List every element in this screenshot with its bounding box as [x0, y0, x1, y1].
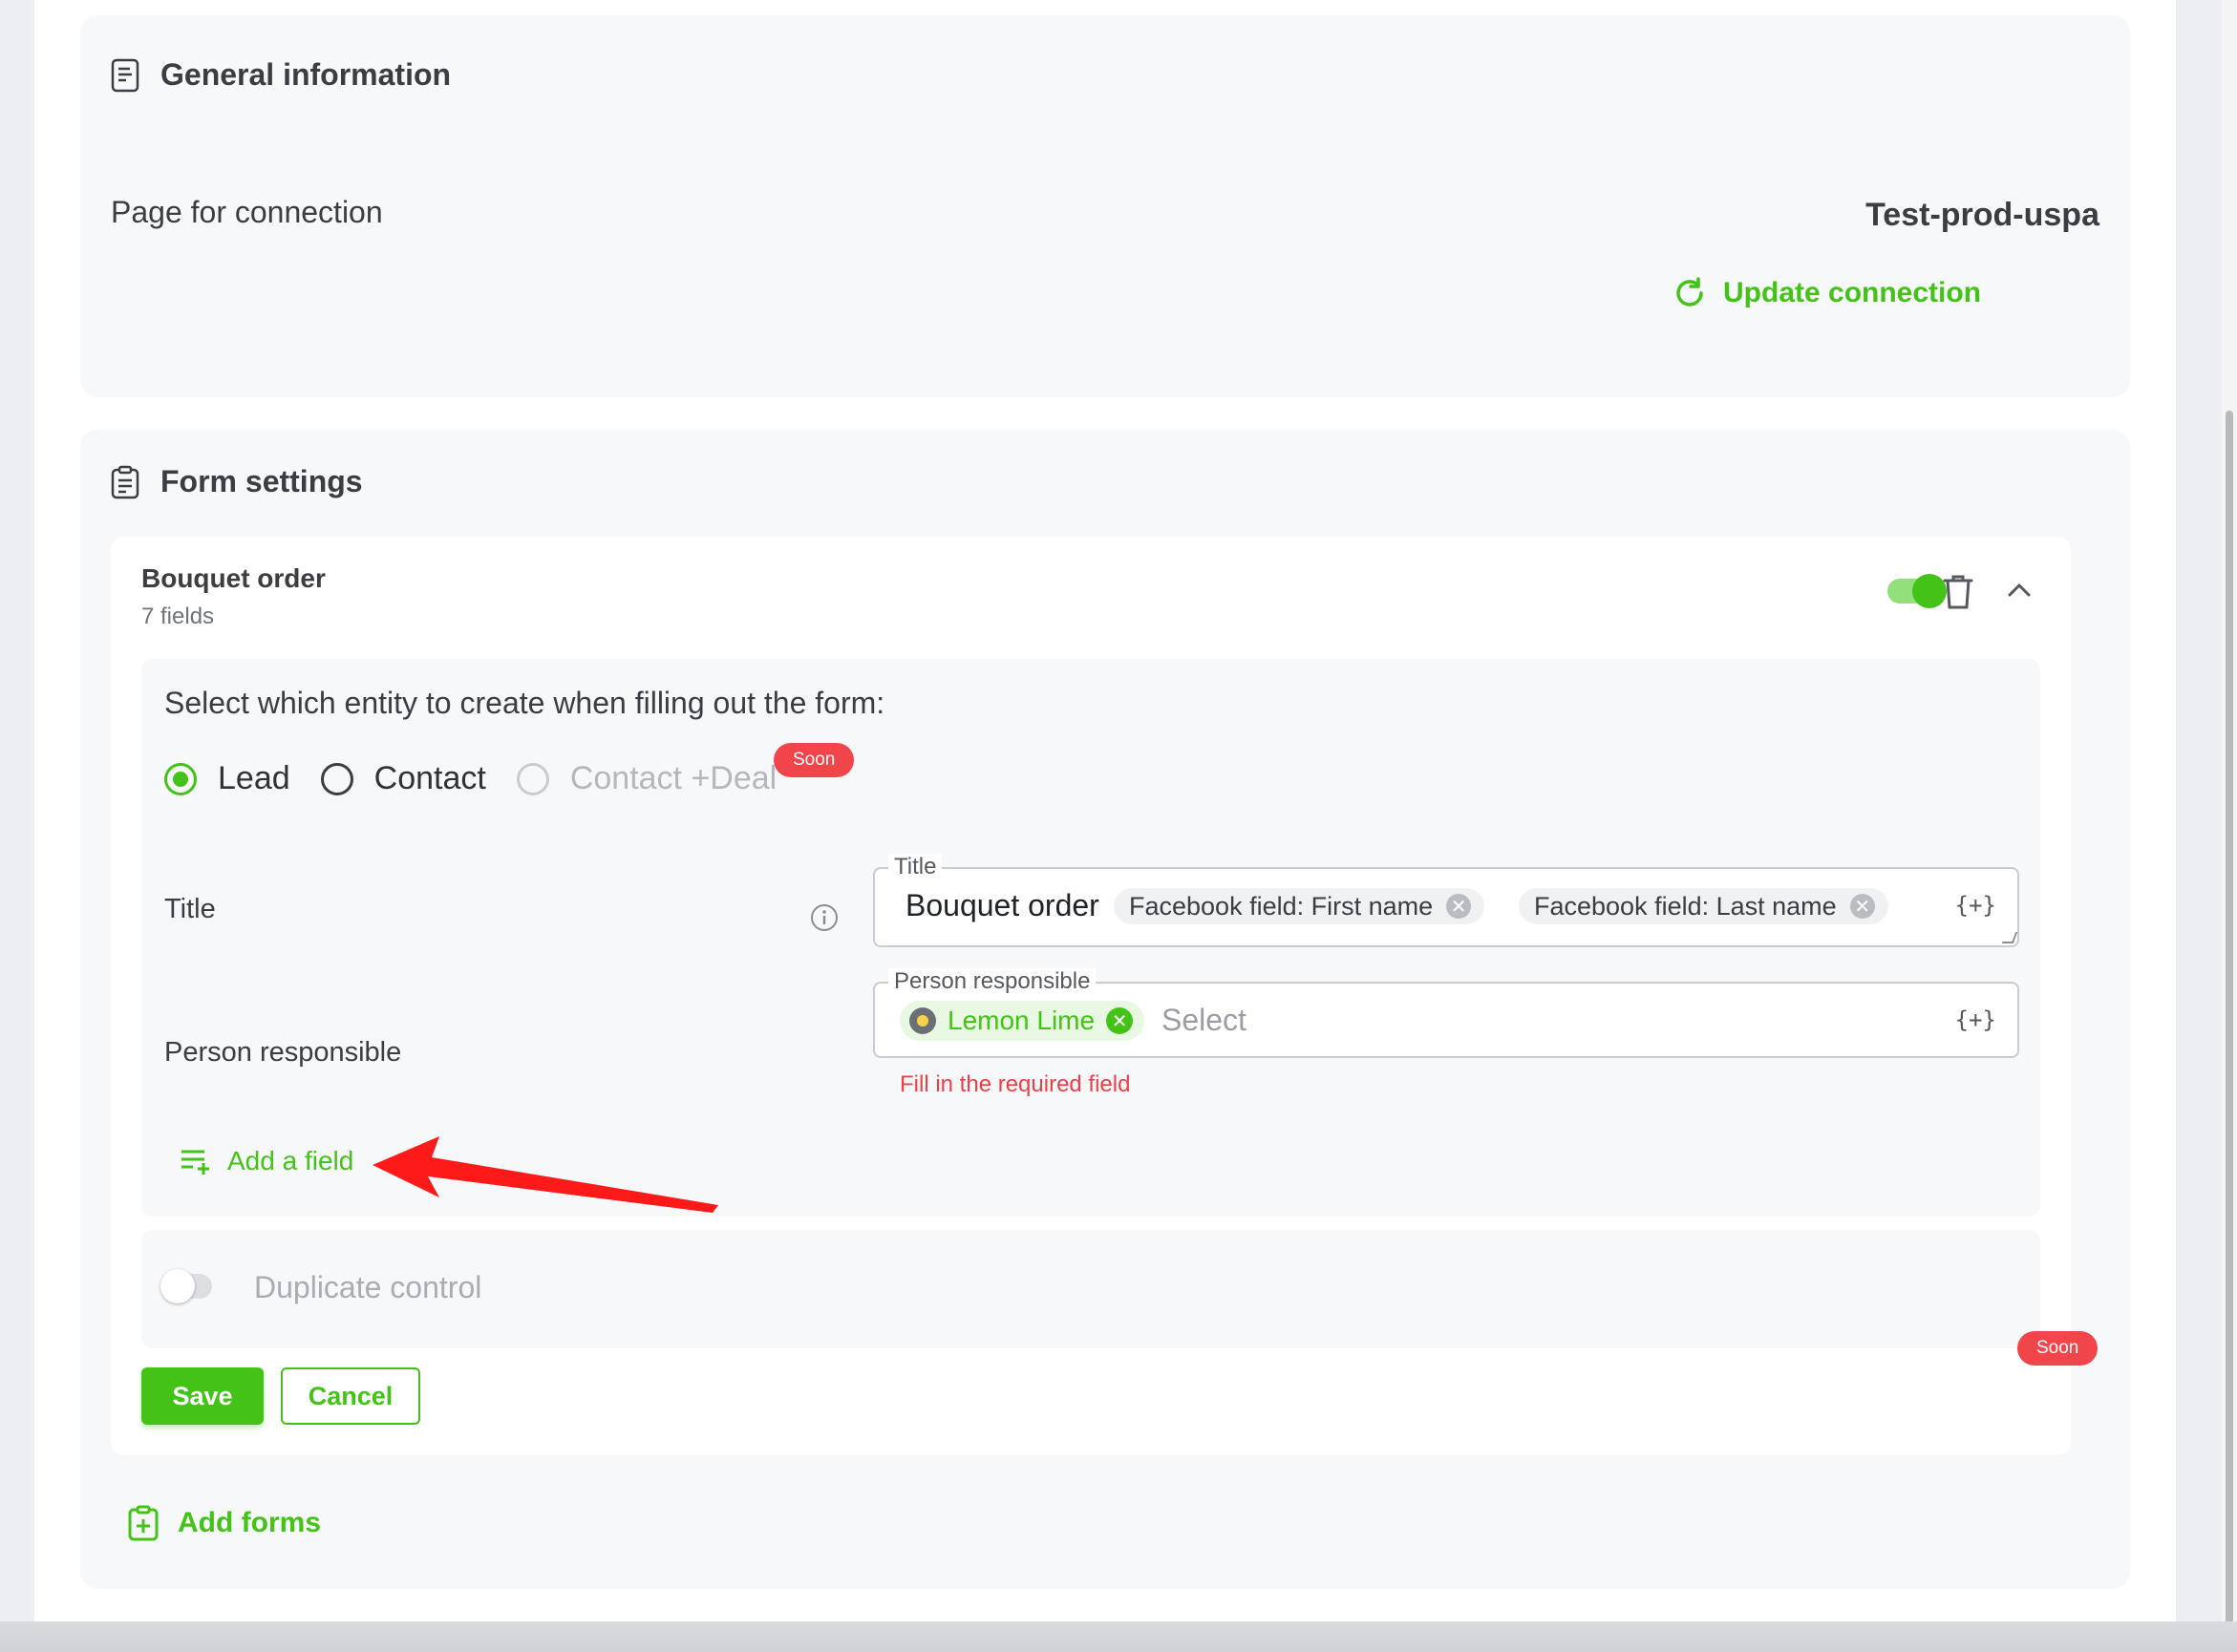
add-forms-button[interactable]: Add forms	[128, 1505, 321, 1541]
chip-remove-icon[interactable]: ✕	[1446, 894, 1472, 919]
radio-label: Contact +Deal	[569, 760, 778, 796]
entity-question: Select which entity to create when filli…	[164, 686, 885, 720]
entity-radio-group: Lead Contact Contact +Deal	[164, 760, 807, 797]
required-field-error: Fill in the required field	[900, 1071, 1131, 1097]
chip-remove-icon[interactable]: ✕	[1849, 894, 1875, 919]
person-responsible-select[interactable]: Person responsible Lemon Lime ✕ Select {…	[873, 968, 2019, 1058]
form-field-count: 7 fields	[141, 604, 215, 629]
radio-circle	[320, 762, 353, 795]
form-enabled-toggle[interactable]	[1887, 574, 1947, 608]
chip-label: Facebook field: First name	[1129, 891, 1434, 921]
title-field-label: Title	[164, 894, 216, 924]
form-settings-title: Form settings	[160, 464, 363, 498]
general-information-header: General information	[111, 57, 451, 93]
radio-circle	[164, 762, 197, 795]
title-text: Bouquet order	[905, 888, 1099, 922]
scrollbar-thumb[interactable]	[2226, 411, 2233, 1652]
duplicate-control-label: Duplicate control	[254, 1270, 482, 1304]
user-chip[interactable]: Lemon Lime ✕	[900, 1001, 1145, 1041]
add-field-label: Add a field	[227, 1146, 354, 1175]
variable-chip[interactable]: Facebook field: Last name ✕	[1519, 888, 1888, 924]
page-for-connection-label: Page for connection	[111, 195, 383, 229]
general-information-title: General information	[160, 57, 452, 92]
user-chip-label: Lemon Lime	[948, 1006, 1096, 1035]
form-settings-card: Form settings Bouquet order 7 fields Sel…	[80, 430, 2130, 1589]
radio-label: Contact	[373, 760, 486, 796]
select-placeholder: Select	[1161, 1003, 1246, 1037]
cancel-button[interactable]: Cancel	[281, 1367, 420, 1425]
soon-badge: Soon	[774, 743, 855, 777]
add-list-icon	[181, 1150, 209, 1175]
variable-chip[interactable]: Facebook field: First name ✕	[1114, 888, 1485, 924]
save-button[interactable]: Save	[141, 1367, 264, 1425]
radio-circle	[516, 762, 549, 795]
duplicate-control-toggle	[160, 1269, 212, 1303]
form-settings-header: Form settings	[111, 464, 363, 499]
person-legend: Person responsible	[888, 968, 1097, 995]
person-responsible-label: Person responsible	[164, 1037, 402, 1068]
update-connection-button[interactable]: Update connection	[1551, 260, 2124, 327]
add-field-button[interactable]: Add a field	[180, 1146, 353, 1176]
toggle-knob	[160, 1269, 195, 1303]
chevron-up-icon[interactable]	[2004, 575, 2035, 605]
document-icon	[111, 58, 139, 92]
clipboard-plus-icon	[128, 1505, 159, 1541]
title-legend: Title	[888, 854, 943, 880]
general-information-card: General information Page for connection …	[80, 15, 2130, 397]
update-connection-label: Update connection	[1723, 277, 1982, 308]
info-icon[interactable]	[810, 903, 839, 932]
radio-label: Lead	[218, 760, 290, 796]
trash-icon[interactable]	[1941, 573, 1975, 611]
form-item-bouquet-order: Bouquet order 7 fields Select which enti…	[111, 537, 2099, 1455]
bottom-shade	[0, 1621, 2237, 1652]
form-name: Bouquet order	[141, 563, 326, 593]
duplicate-control-panel: Duplicate control	[141, 1230, 2040, 1348]
title-input[interactable]: Title Bouquet order Facebook field: Firs…	[873, 854, 2019, 947]
refresh-icon	[1676, 277, 1703, 307]
avatar	[909, 1007, 936, 1034]
resize-handle[interactable]	[2001, 932, 2018, 943]
soon-badge: Soon	[2017, 1331, 2099, 1366]
insert-variable-button[interactable]: {+}	[1955, 1006, 1996, 1033]
radio-contact-deal: Contact +Deal	[516, 760, 778, 797]
chip-remove-icon[interactable]: ✕	[1106, 1007, 1134, 1034]
radio-lead[interactable]: Lead	[164, 760, 290, 797]
page-name-value: Test-prod-uspa	[1865, 197, 2099, 233]
insert-variable-button[interactable]: {+}	[1955, 892, 1996, 919]
clipboard-icon	[111, 465, 139, 498]
radio-contact[interactable]: Contact	[320, 760, 486, 797]
chip-label: Facebook field: Last name	[1534, 891, 1837, 921]
add-forms-label: Add forms	[178, 1507, 321, 1538]
annotation-arrow-icon	[373, 1136, 718, 1213]
